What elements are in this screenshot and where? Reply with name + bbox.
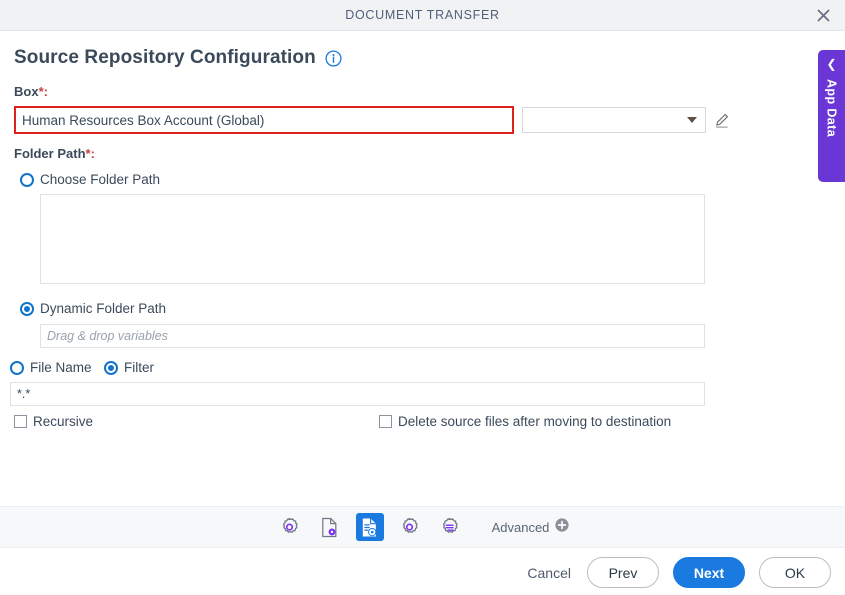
page-title: Source Repository Configuration [14, 47, 316, 69]
folder-path-required-marker: *: [86, 146, 95, 161]
document-gear-active-icon[interactable] [356, 513, 384, 541]
document-gear-icon[interactable] [316, 513, 344, 541]
ok-button[interactable]: OK [759, 557, 831, 588]
document-transfer-dialog: DOCUMENT TRANSFER Source Repository Conf… [0, 0, 845, 595]
radio-filter-label: Filter [124, 360, 154, 375]
advanced-label: Advanced [492, 520, 550, 535]
app-data-tab[interactable]: ❮ App Data [818, 50, 845, 182]
radio-filter-control[interactable] [104, 361, 118, 375]
radio-choose-folder-path-label: Choose Folder Path [40, 172, 160, 187]
next-button[interactable]: Next [673, 557, 745, 588]
chevron-left-icon: ❮ [826, 58, 836, 70]
plus-circle-icon[interactable] [555, 518, 569, 537]
box-required-marker: *: [39, 84, 48, 99]
box-label-text: Box [14, 84, 39, 99]
source-repository-form: Box*: Folder Path*: Choose Folder Path [0, 84, 812, 99]
config-toolbar: Advanced [0, 506, 845, 548]
dialog-footer: Cancel Prev Next OK [525, 557, 831, 588]
radio-dynamic-folder-path[interactable]: Dynamic Folder Path [20, 301, 166, 316]
checkbox-recursive-control[interactable] [14, 415, 27, 428]
dialog-title: DOCUMENT TRANSFER [0, 0, 845, 30]
close-icon[interactable] [809, 3, 837, 28]
folder-path-label: Folder Path*: [14, 146, 95, 161]
checkbox-delete-source-files-label: Delete source files after moving to dest… [398, 414, 671, 429]
app-data-tab-label: App Data [825, 79, 839, 137]
radio-file-name[interactable]: File Name [10, 360, 92, 375]
box-label: Box*: [14, 84, 812, 99]
box-input[interactable] [14, 106, 514, 134]
dialog-titlebar: DOCUMENT TRANSFER [0, 0, 845, 31]
folder-tree-panel[interactable] [40, 194, 705, 284]
radio-file-name-control[interactable] [10, 361, 24, 375]
filter-input[interactable] [10, 382, 705, 406]
checkbox-delete-source-files-control[interactable] [379, 415, 392, 428]
radio-choose-folder-path[interactable]: Choose Folder Path [20, 172, 160, 187]
box-field-row [0, 106, 812, 134]
advanced-button[interactable]: Advanced [492, 518, 570, 537]
folder-path-label-text: Folder Path [14, 146, 86, 161]
gear-icon[interactable] [396, 513, 424, 541]
page-header: Source Repository Configuration [14, 47, 342, 69]
checkbox-recursive[interactable]: Recursive [14, 414, 93, 429]
prev-button[interactable]: Prev [587, 557, 659, 588]
radio-dynamic-folder-path-control[interactable] [20, 302, 34, 316]
dynamic-folder-path-input[interactable] [40, 324, 705, 348]
info-icon[interactable] [325, 50, 342, 67]
radio-filter[interactable]: Filter [104, 360, 154, 375]
radio-dynamic-folder-path-label: Dynamic Folder Path [40, 301, 166, 316]
checkbox-recursive-label: Recursive [33, 414, 93, 429]
list-gear-icon[interactable] [436, 513, 464, 541]
gear-icon[interactable] [276, 513, 304, 541]
cancel-button[interactable]: Cancel [525, 557, 573, 588]
chevron-down-icon [687, 117, 697, 123]
radio-choose-folder-path-control[interactable] [20, 173, 34, 187]
radio-file-name-label: File Name [30, 360, 92, 375]
pencil-icon[interactable] [714, 109, 732, 129]
box-select-dropdown[interactable] [522, 107, 706, 133]
checkbox-delete-source-files[interactable]: Delete source files after moving to dest… [379, 414, 671, 429]
